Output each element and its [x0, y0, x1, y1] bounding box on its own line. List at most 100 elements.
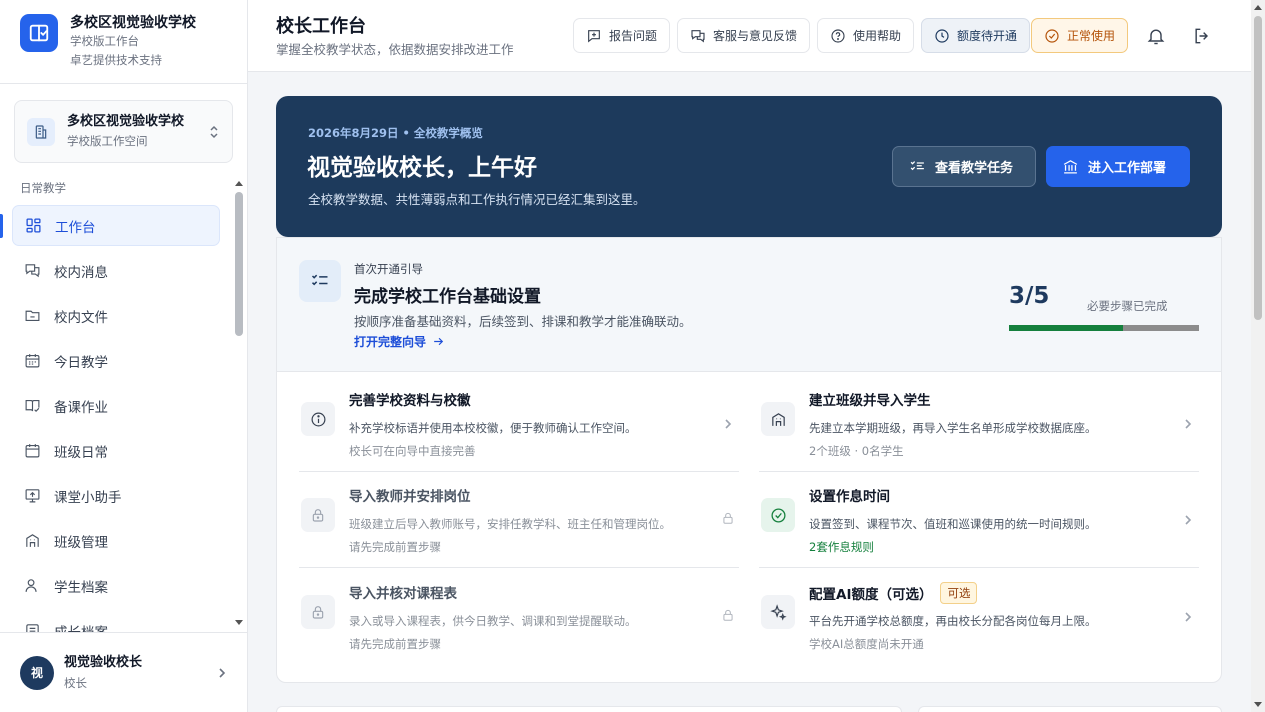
setup-title: 完成学校工作台基础设置	[354, 287, 541, 307]
sidebar-item-today-teaching[interactable]: 今日教学	[12, 340, 220, 381]
sidebar-item-class-daily[interactable]: 班级日常	[12, 430, 220, 471]
enter-deployment-button[interactable]: 进入工作部署	[1046, 146, 1190, 187]
task-title: 设置作息时间	[809, 489, 890, 505]
page-scrollbar[interactable]	[1251, 0, 1265, 712]
next-card-left	[276, 706, 902, 712]
chevron-up-down-icon	[208, 124, 220, 140]
task-title: 完善学校资料与校徽	[349, 393, 471, 409]
scroll-up-icon	[235, 181, 243, 186]
bank-icon	[1062, 158, 1079, 175]
sidebar-item-class-management[interactable]: 班级管理	[12, 520, 220, 561]
open-wizard-label: 打开完整向导	[354, 335, 427, 349]
app-logo-icon	[20, 14, 58, 52]
question-icon	[830, 28, 846, 44]
task-meta: 2套作息规则	[809, 540, 874, 554]
sparkle-icon	[761, 595, 795, 629]
status-label: 正常使用	[1067, 29, 1116, 43]
task-meta: 校长可在向导中直接完善	[349, 444, 476, 458]
logout-icon[interactable]	[1192, 26, 1212, 46]
sidebar-item-messages[interactable]: 校内消息	[12, 250, 220, 291]
hero-greeting: 视觉验收校长，上午好	[307, 155, 537, 181]
sidebar-item-lesson-prep[interactable]: 备课作业	[12, 385, 220, 426]
school-workspace: 学校版工作空间	[67, 134, 148, 148]
task-title: 导入并核对课程表	[349, 586, 457, 602]
task-school-profile[interactable]: 完善学校资料与校徽 补充学校标语并使用本校校徽，便于教师确认工作空间。 校长可在…	[299, 376, 739, 472]
open-wizard-link[interactable]: 打开完整向导	[354, 333, 445, 350]
scroll-up-icon	[1254, 5, 1262, 10]
lock-icon	[721, 511, 735, 525]
view-tasks-label: 查看教学任务	[935, 161, 1014, 176]
report-issue-label: 报告问题	[609, 29, 658, 43]
chevron-right-icon	[1183, 610, 1193, 624]
clock-icon	[934, 28, 950, 44]
setup-description: 按顺序准备基础资料，后续签到、排课和教学才能准确联动。	[354, 314, 692, 329]
divider	[759, 567, 1199, 568]
page-subtitle: 掌握全校教学状态，依据数据安排改进工作	[276, 42, 514, 57]
feedback-label: 客服与意见反馈	[713, 29, 798, 43]
divider	[299, 567, 739, 568]
sidebar-item-label: 班级日常	[54, 444, 108, 461]
lock-icon	[301, 498, 335, 532]
task-description: 先建立本学期班级，再导入学生名单形成学校数据底座。	[809, 421, 1097, 435]
view-tasks-button[interactable]: 查看教学任务	[892, 146, 1036, 187]
welcome-banner: 2026年8月29日 • 全校教学概览 视觉验收校长，上午好 全校教学数据、共性…	[276, 96, 1222, 237]
feedback-button[interactable]: 客服与意见反馈	[677, 18, 811, 53]
report-issue-button[interactable]: 报告问题	[573, 18, 671, 53]
setup-kicker: 首次开通引导	[354, 262, 423, 276]
book-icon	[24, 397, 41, 414]
sidebar-item-label: 工作台	[55, 219, 96, 236]
sidebar-scroll-thumb[interactable]	[235, 192, 243, 336]
task-title-row: 配置AI额度（可选） 可选	[809, 582, 978, 604]
task-meta: 请先完成前置步骤	[349, 637, 441, 651]
check-circle-icon	[761, 498, 795, 532]
sidebar-scrollbar[interactable]	[233, 178, 245, 628]
sidebar-item-label: 成长档案	[54, 621, 108, 633]
hero-description: 全校教学数据、共性薄弱点和工作执行情况已经汇集到这里。	[308, 192, 646, 207]
task-timetable: 导入并核对课程表 录入或导入课程表，供今日教学、调课和到堂提醒联动。 请先完成前…	[299, 569, 739, 659]
chat-icon	[690, 28, 706, 44]
task-teachers-positions: 导入教师并安排岗位 班级建立后导入教师账号，安排任教学科、班主任和管理岗位。 请…	[299, 472, 739, 568]
sidebar-item-growth-records[interactable]: 成长档案	[12, 610, 220, 632]
setup-guide-header: 首次开通引导 完成学校工作台基础设置 按顺序准备基础资料，后续签到、排课和教学才…	[277, 238, 1221, 372]
sidebar-nav: 工作台 校内消息 校内文件 今日教学 备课作业 班级日常 课堂小助手 班级管理	[12, 205, 220, 632]
progress-label: 必要步骤已完成	[1087, 299, 1168, 313]
task-title: 导入教师并安排岗位	[349, 489, 471, 505]
scroll-down-icon	[235, 620, 243, 625]
building-icon	[24, 532, 41, 549]
lock-icon	[301, 595, 335, 629]
sidebar-item-files[interactable]: 校内文件	[12, 295, 220, 336]
brand-credit: 卓艺提供技术支持	[70, 53, 162, 67]
task-meta: 学校AI总额度尚未开通	[809, 637, 924, 651]
bell-icon[interactable]	[1146, 26, 1166, 46]
task-description: 平台先开通学校总额度，再由校长分配各岗位每月上限。	[809, 614, 1097, 628]
sidebar-item-label: 学生档案	[54, 579, 108, 596]
screen-icon	[24, 487, 41, 504]
messages-icon	[24, 262, 41, 279]
building-icon	[761, 402, 795, 436]
calendar-check-icon	[24, 442, 41, 459]
sidebar: 多校区视觉验收学校 学校版工作台 卓艺提供技术支持 多校区视觉验收学校 学校版工…	[0, 0, 248, 712]
sidebar-item-dashboard[interactable]: 工作台	[12, 205, 220, 246]
chevron-right-icon	[1183, 513, 1193, 527]
task-ai-quota[interactable]: 配置AI额度（可选） 可选 平台先开通学校总额度，再由校长分配各岗位每月上限。 …	[759, 569, 1199, 659]
user-icon	[24, 577, 41, 594]
help-button[interactable]: 使用帮助	[817, 18, 915, 53]
active-indicator	[0, 214, 3, 238]
page-scroll-thumb[interactable]	[1254, 16, 1262, 320]
sidebar-item-student-records[interactable]: 学生档案	[12, 565, 220, 606]
quota-button[interactable]: 额度待开通	[921, 18, 1031, 53]
folder-icon	[24, 307, 41, 324]
avatar: 视	[20, 655, 54, 690]
scroll-down-icon	[1254, 702, 1262, 707]
school-switcher[interactable]: 多校区视觉验收学校 学校版工作空间	[14, 100, 233, 163]
dashboard-icon	[25, 217, 42, 234]
chevron-right-icon	[217, 666, 227, 680]
task-classes-students[interactable]: 建立班级并导入学生 先建立本学期班级，再导入学生名单形成学校数据底座。 2个班级…	[759, 376, 1199, 472]
next-card-right	[918, 706, 1222, 712]
optional-tag: 可选	[940, 582, 978, 604]
status-badge[interactable]: 正常使用	[1031, 18, 1129, 53]
sidebar-item-classroom-helper[interactable]: 课堂小助手	[12, 475, 220, 516]
quota-label: 额度待开通	[957, 29, 1018, 43]
user-profile[interactable]: 视 视觉验收校长 校长	[0, 632, 247, 712]
task-schedule-times[interactable]: 设置作息时间 设置签到、课程节次、值班和巡课使用的统一时间规则。 2套作息规则	[759, 472, 1199, 568]
